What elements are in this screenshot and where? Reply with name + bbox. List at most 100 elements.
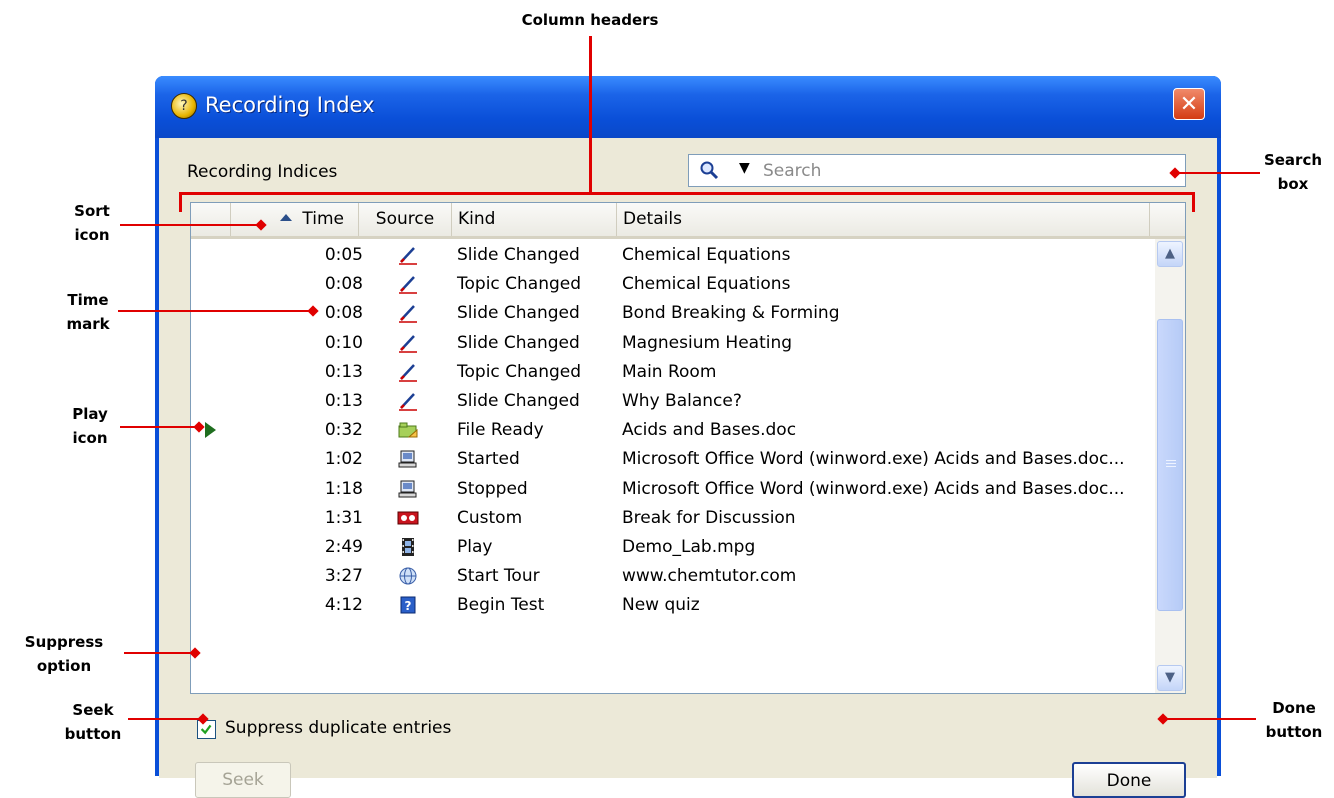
table-row[interactable]: 0:10 Slide Changed Magnesium Heating [191,329,1151,358]
table-row[interactable]: 3:27 Start Tour www.chemtutor.com [191,562,1151,591]
kind-cell: Slide Changed [457,391,580,411]
time-mark: 0:13 [324,391,363,411]
callout-line-done [1164,718,1256,720]
kind-cell: File Ready [457,420,544,441]
callout-line-column-headers-left [179,192,182,212]
header-time[interactable]: Time [231,203,359,236]
checkmark-icon [200,724,212,735]
vertical-scrollbar[interactable]: ▲ ▼ [1155,239,1185,693]
pen-icon [397,303,419,324]
recording-index-list: Time Source Kind Details 0:05 Slide Chang… [190,202,1186,694]
search-dropdown-icon[interactable]: ▼ [739,160,750,176]
search-placeholder[interactable]: Search [763,161,821,181]
details-cell: Microsoft Office Word (winword.exe) Acid… [622,449,1125,470]
close-button[interactable]: ✕ [1173,88,1205,120]
details-cell: New quiz [622,595,700,616]
table-row[interactable]: 2:49 Play Demo_Lab.mpg [191,533,1151,562]
details-cell: www.chemtutor.com [622,566,797,587]
callout-line-seek [128,718,204,720]
title-bar[interactable]: ? Recording Index ✕ [155,76,1221,138]
time-mark: 1:02 [324,449,363,470]
kind-cell: Slide Changed [457,303,580,324]
recording-index-dialog: ? Recording Index ✕ Recording Indices ▼ … [155,76,1221,798]
pen-icon [397,362,419,382]
custom-icon [397,508,419,528]
header-source[interactable]: Source [359,203,452,236]
table-row[interactable]: 0:08 Topic Changed Chemical Equations [191,270,1151,299]
callout-line-sort [120,224,262,226]
kind-cell: Slide Changed [457,245,580,265]
time-mark: 0:08 [324,274,363,295]
svg-text:?: ? [405,599,412,613]
window-title: Recording Index [205,93,375,117]
app-icon: ? [171,93,197,119]
header-details-label: Details [623,209,682,229]
callout-line-suppress [124,652,196,654]
callout-play-icon: Play icon [72,405,108,447]
done-button[interactable]: Done [1072,762,1186,798]
kind-cell: Slide Changed [457,332,580,353]
callout-line-search [1176,172,1260,174]
time-mark: 4:12 [324,595,363,616]
seek-button[interactable]: Seek [195,762,291,798]
details-cell: Microsoft Office Word (winword.exe) Acid… [622,478,1125,499]
table-row[interactable]: 0:13 Slide Changed Why Balance? [191,387,1151,416]
callout-line-time-mark [118,310,314,312]
callout-sort-icon: Sort icon [74,202,110,244]
scroll-thumb[interactable] [1157,319,1183,611]
header-kind[interactable]: Kind [452,203,617,236]
kind-cell: Start Tour [457,566,540,587]
time-mark: 1:18 [324,478,363,499]
computer-icon [397,449,419,469]
callout-line-column-headers-right [1192,192,1195,212]
pen-icon [397,274,419,294]
time-mark: 3:27 [324,566,363,587]
suppress-duplicates-label[interactable]: Suppress duplicate entries [225,718,451,738]
header-kind-label: Kind [458,209,496,229]
kind-cell: Started [457,449,520,470]
time-mark: 0:13 [324,361,363,382]
scroll-up-button[interactable]: ▲ [1157,241,1183,267]
pen-icon [397,391,419,411]
film-icon [397,537,419,557]
time-mark: 0:32 [324,420,363,441]
table-row[interactable]: 1:02 Started Microsoft Office Word (winwor… [191,445,1151,474]
pen-icon [397,333,419,353]
suppress-duplicates-checkbox[interactable] [197,720,216,739]
time-mark: 2:49 [324,537,363,557]
time-mark: 0:10 [324,332,363,353]
details-cell: Magnesium Heating [622,332,793,353]
table-row[interactable]: 0:13 Topic Changed Main Room [191,358,1151,387]
details-cell: Bond Breaking & Forming [622,303,840,324]
kind-cell: Custom [457,507,523,528]
header-spacer [191,203,231,236]
callout-suppress-option: Suppress option [24,633,104,675]
details-cell: Why Balance? [622,391,742,411]
details-cell: Demo_Lab.mpg [622,537,756,557]
recording-indices-label: Recording Indices [187,162,338,182]
computer-icon [397,479,419,499]
sort-icon [280,213,293,221]
kind-cell: Topic Changed [457,274,582,295]
table-row[interactable]: 1:18 Stopped Microsoft Office Word (winwor… [191,475,1151,504]
details-cell: Break for Discussion [622,507,796,528]
table-row[interactable]: 0:32 File Ready Acids and Bases.doc [191,416,1151,445]
table-row[interactable]: 4:12? Begin Test New quiz [191,591,1151,620]
callout-line-column-headers-bracket [179,192,1195,195]
table-row[interactable]: 0:05 Slide Changed Chemical Equations [191,241,1151,270]
table-row[interactable]: 1:31 Custom Break for Discussion [191,504,1151,533]
globe-icon [397,566,419,586]
dialog-client-area: Recording Indices ▼ Search Time Source K… [159,138,1217,798]
table-row[interactable]: 0:08 Slide Changed Bond Breaking & Forming [191,299,1151,328]
scroll-down-button[interactable]: ▼ [1157,665,1183,691]
callout-seek-button: Seek button [64,701,122,743]
search-icon[interactable] [699,160,719,180]
search-box[interactable]: ▼ Search [688,154,1186,187]
time-mark: 0:05 [324,245,363,265]
play-icon [205,422,216,439]
kind-cell: Topic Changed [457,361,582,382]
details-cell: Chemical Equations [622,274,791,295]
folder-icon [397,420,419,440]
details-cell: Chemical Equations [622,245,791,265]
header-details[interactable]: Details [617,203,1150,236]
